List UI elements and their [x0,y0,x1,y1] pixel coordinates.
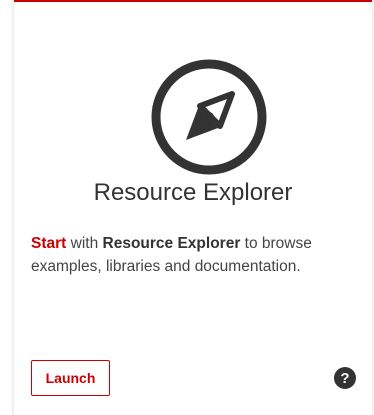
help-glyph: ? [340,370,349,387]
description-text-1: with [66,235,103,252]
resource-explorer-card: Resource Explorer Start with Resource Ex… [14,0,372,415]
resource-explorer-emphasis: Resource Explorer [102,235,241,252]
card-title: Resource Explorer [93,179,293,206]
card-description: Start with Resource Explorer to browse e… [31,232,351,278]
card-top-accent [14,0,372,2]
start-highlight: Start [31,235,67,252]
compass-icon [151,59,267,175]
launch-button[interactable]: Launch [31,360,110,396]
help-icon[interactable]: ? [334,367,356,389]
